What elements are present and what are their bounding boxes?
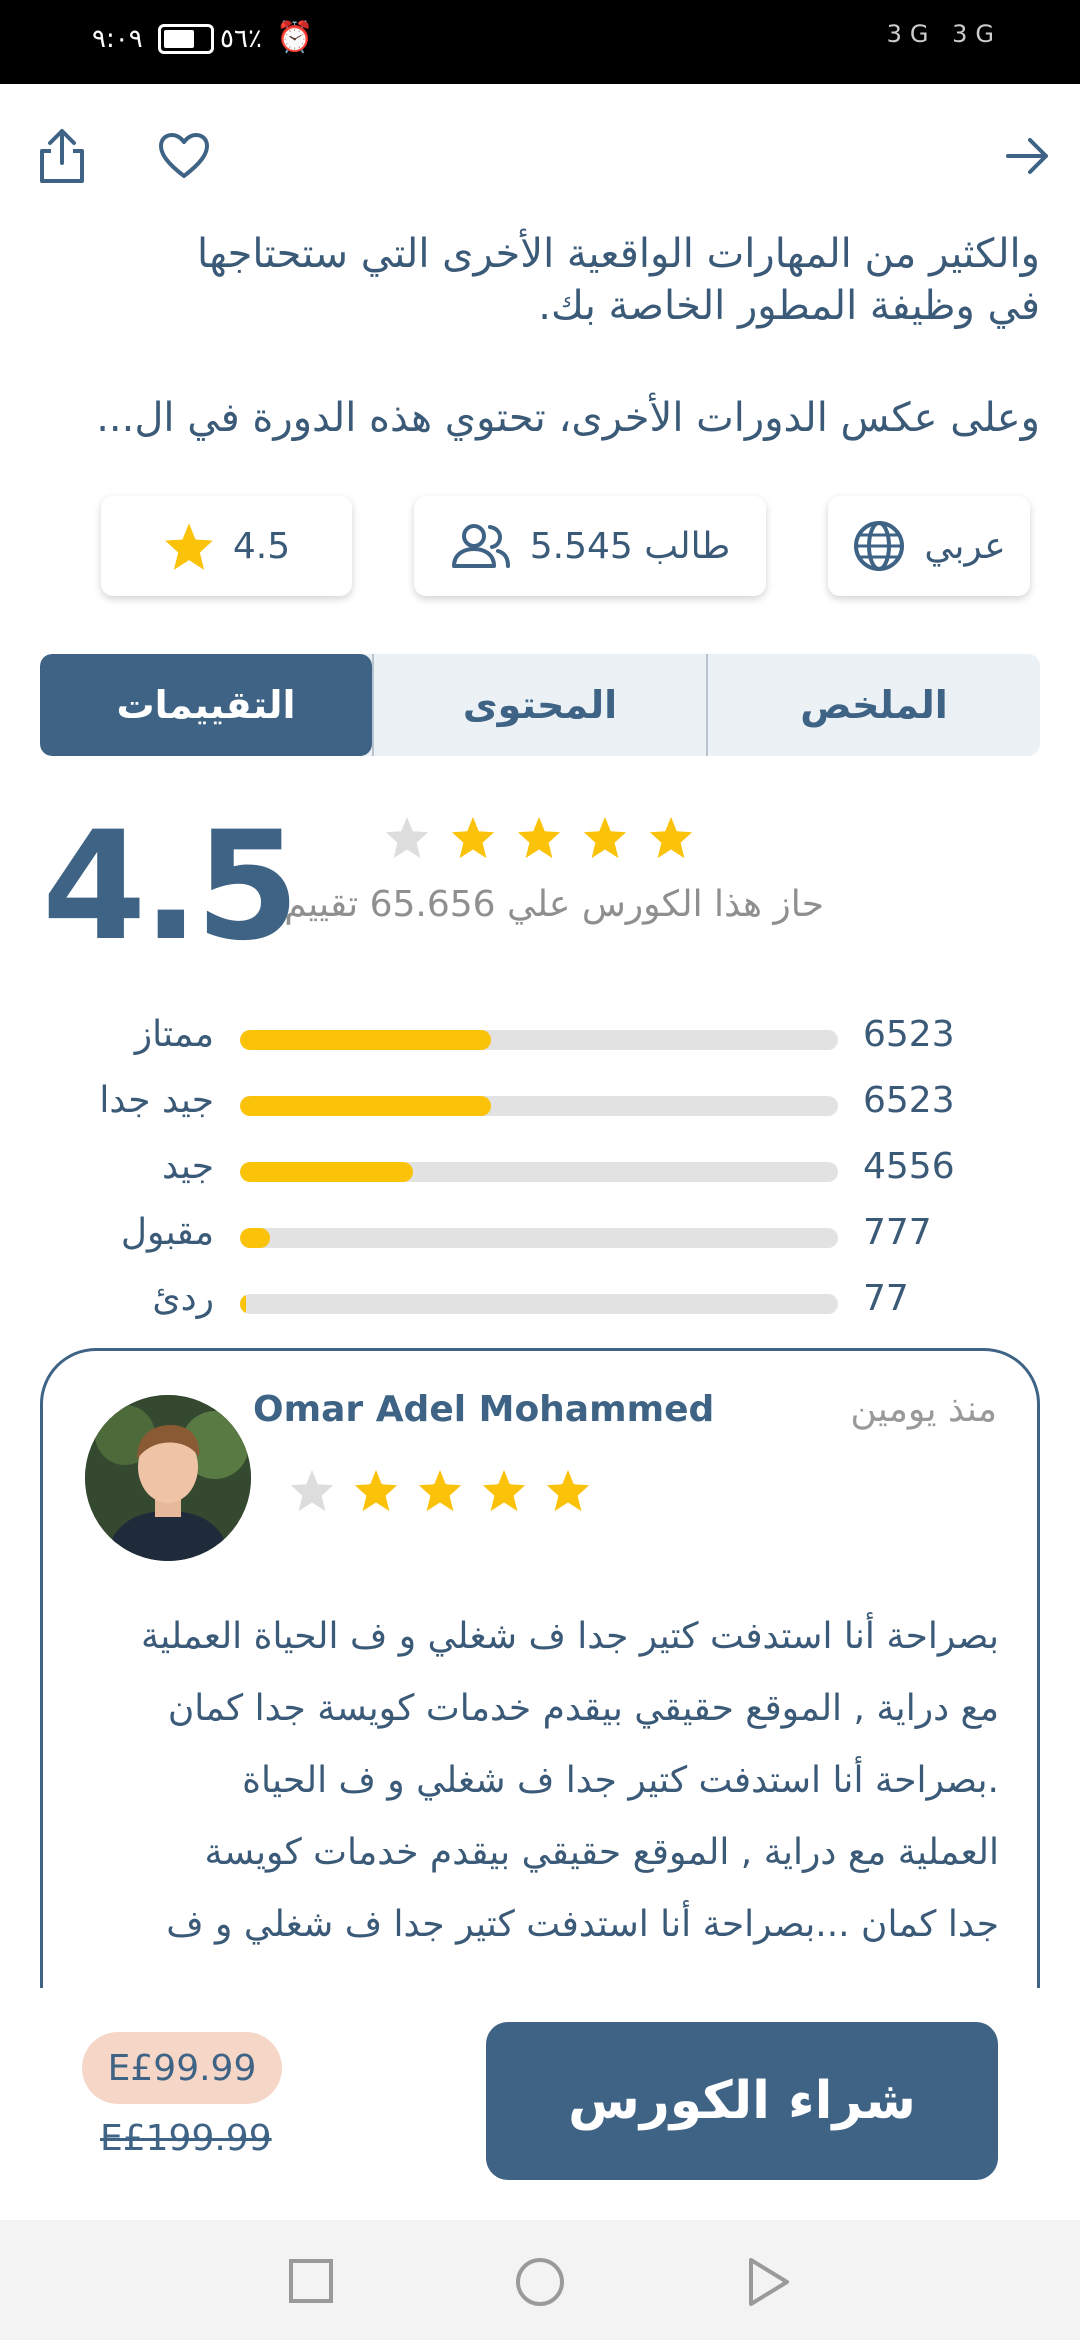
reviewer-name: Omar Adel Mohammed — [253, 1389, 715, 1430]
network-indicator: 3G 3G — [886, 20, 1002, 48]
star-filled-icon — [354, 1469, 398, 1512]
rating-row: جيد جدا 6523 — [80, 1076, 980, 1142]
students-chip: 5.545 طالب — [414, 496, 766, 596]
status-time: ٩:٠٩ — [92, 24, 143, 54]
review-text: بصراحة أنا استدفت كتير جدا ف شغلي و ف ال… — [83, 1601, 999, 1961]
rating-row-count: 6523 — [863, 1080, 955, 1121]
rating-row: مقبول 777 — [80, 1208, 980, 1274]
rating-chip: 4.5 — [101, 496, 352, 596]
rating-row-count: 777 — [863, 1212, 932, 1253]
back-button[interactable] — [996, 124, 1060, 188]
rating-row: ردئ 77 — [80, 1274, 980, 1340]
star-filled-icon — [418, 1469, 462, 1512]
recents-icon[interactable] — [288, 2258, 334, 2304]
star-filled-icon — [649, 816, 693, 859]
rating-bar-fill — [240, 1294, 246, 1314]
review-stars — [289, 1467, 591, 1513]
globe-icon — [854, 521, 905, 571]
rating-bar-fill — [240, 1030, 492, 1050]
rating-row-count: 6523 — [863, 1014, 955, 1055]
tab-summary[interactable]: الملخص — [706, 654, 1040, 756]
rating-label: 4.5 — [232, 525, 291, 567]
rating-row-label: جيد — [161, 1146, 214, 1187]
alarm-icon: ⏰ — [276, 20, 314, 55]
description-line: والكثير من المهارات الواقعية الأخرى التي… — [197, 231, 1040, 277]
star-icon — [165, 523, 213, 570]
price-badge: E£99.99 — [82, 2032, 282, 2104]
rating-row-count: 77 — [863, 1278, 909, 1319]
rating-row-label: ردئ — [152, 1278, 214, 1319]
course-tabs: التقييمات المحتوى الملخص — [40, 654, 1040, 756]
average-rating: 4.5 — [42, 800, 300, 974]
top-app-bar — [0, 84, 1080, 224]
review-line: .بصراحة أنا استدفت كتير جدا ف شغلي و ف ا… — [242, 1760, 999, 1801]
description-line: في وظيفة المطور الخاصة بك. — [538, 283, 1040, 329]
ratings-total: حاز هذا الكورس علي 65.656 تقييم — [284, 884, 824, 925]
star-filled-icon — [517, 816, 561, 859]
review-line: مع دراية , الموقع حقيقي بيقدم خدمات كويس… — [167, 1688, 999, 1729]
favorite-button[interactable] — [152, 124, 216, 188]
rating-bar-track — [240, 1030, 838, 1050]
rating-bar-track — [240, 1294, 838, 1314]
rating-bar-fill — [240, 1162, 414, 1182]
review-line: العملية مع دراية , الموقع حقيقي بيقدم خد… — [204, 1832, 999, 1873]
rating-breakdown: ممتاز 6523 جيد جدا 6523 جيد 4556 مقبول 777 ردئ 77 — [80, 1010, 980, 1340]
rating-row: ممتاز 6523 — [80, 1010, 980, 1076]
rating-bar-track — [240, 1228, 838, 1248]
tab-content[interactable]: المحتوى — [372, 654, 706, 756]
battery-icon — [158, 24, 214, 54]
star-empty-icon — [385, 816, 429, 859]
heart-icon — [159, 133, 209, 178]
share-button[interactable] — [30, 124, 94, 188]
rating-row: جيد 4556 — [80, 1142, 980, 1208]
rating-row-label: جيد جدا — [99, 1080, 214, 1121]
review-time: منذ يومين — [850, 1389, 997, 1430]
description-more[interactable]: وعلى عكس الدورات الأخرى، تحتوي هذه الدور… — [40, 392, 1040, 444]
review-card: Omar Adel Mohammed منذ يومين بصراحة أنا … — [40, 1348, 1040, 1988]
home-icon[interactable] — [514, 2256, 566, 2308]
star-empty-icon — [290, 1469, 334, 1512]
tab-ratings[interactable]: التقييمات — [40, 654, 372, 756]
share-icon — [40, 129, 84, 183]
course-description: والكثير من المهارات الواقعية الأخرى التي… — [40, 228, 1040, 332]
users-icon — [451, 524, 510, 568]
back-nav-icon[interactable] — [746, 2256, 792, 2308]
rating-bar-track — [240, 1096, 838, 1116]
rating-row-label: مقبول — [120, 1212, 214, 1253]
language-label: عربي — [924, 525, 1006, 567]
system-nav-bar — [0, 2220, 1080, 2340]
avatar — [85, 1395, 251, 1561]
review-line: بصراحة أنا استدفت كتير جدا ف شغلي و ف ال… — [140, 1616, 999, 1657]
review-line: جدا كمان ...بصراحة أنا استدفت كتير جدا ف… — [166, 1904, 999, 1945]
purchase-bar: E£99.99 E£199.99 شراء الكورس — [0, 1990, 1080, 2220]
language-chip: عربي — [828, 496, 1030, 596]
arrow-right-icon — [1006, 138, 1048, 174]
rating-row-label: ممتاز — [134, 1014, 214, 1055]
star-filled-icon — [546, 1469, 590, 1512]
buy-course-button[interactable]: شراء الكورس — [486, 2022, 998, 2180]
average-stars — [384, 814, 694, 860]
star-filled-icon — [451, 816, 495, 859]
rating-row-count: 4556 — [863, 1146, 955, 1187]
star-filled-icon — [583, 816, 627, 859]
rating-bar-track — [240, 1162, 838, 1182]
rating-bar-fill — [240, 1096, 492, 1116]
battery-percent: ٥٦٪ — [220, 24, 262, 54]
students-label: 5.545 طالب — [529, 525, 731, 567]
star-filled-icon — [482, 1469, 526, 1512]
rating-bar-fill — [240, 1228, 270, 1248]
old-price: E£199.99 — [100, 2118, 272, 2159]
status-bar: ٩:٠٩ ٥٦٪ ⏰ 3G 3G — [0, 0, 1080, 84]
